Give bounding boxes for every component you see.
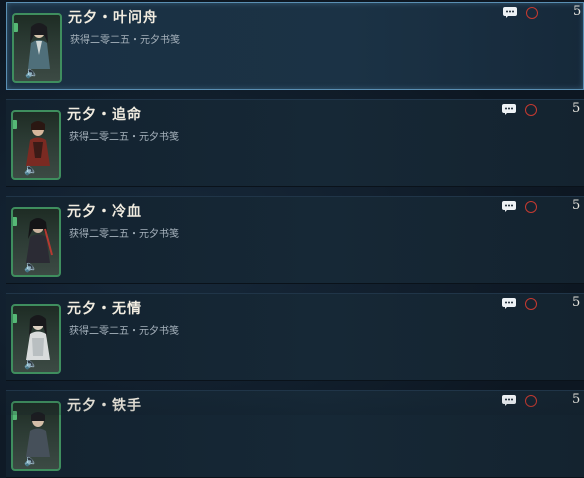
reward-list: 🔈 元夕・叶问舟 获得二零二五・元夕书笺 5 🔈 元夕・追命 获得二零二五・元夕 [0, 0, 584, 478]
status-ring-icon[interactable] [526, 7, 538, 19]
character-card[interactable]: 🔈 [11, 401, 61, 471]
rarity-gem [13, 217, 17, 226]
item-title: 元夕・冷血 [67, 204, 142, 220]
speaker-icon[interactable]: 🔈 [24, 455, 38, 467]
character-card[interactable]: 🔈 [11, 207, 61, 277]
item-subtitle: 获得二零二五・元夕书笺 [69, 132, 179, 143]
item-count: 5 [572, 198, 581, 213]
list-item[interactable]: 🔈 元夕・追命 获得二零二五・元夕书笺 5 [6, 99, 584, 187]
status-ring-icon[interactable] [525, 395, 537, 407]
item-subtitle: 获得二零二五・元夕书笺 [70, 35, 180, 46]
rarity-gem [14, 23, 18, 32]
character-card[interactable]: 🔈 [11, 110, 61, 180]
item-title: 元夕・追命 [67, 107, 142, 123]
item-title: 元夕・铁手 [67, 398, 142, 414]
rarity-gem [13, 411, 17, 420]
item-title: 元夕・无情 [67, 301, 142, 317]
item-title: 元夕・叶问舟 [68, 10, 158, 26]
item-count: 5 [573, 4, 582, 19]
character-portrait-icon [26, 412, 50, 457]
chat-bubble-icon[interactable] [502, 104, 516, 115]
list-item[interactable]: 🔈 元夕・铁手 5 [6, 390, 584, 478]
list-item[interactable]: 🔈 元夕・无情 获得二零二五・元夕书笺 5 [6, 293, 584, 381]
item-subtitle: 获得二零二五・元夕书笺 [69, 229, 179, 240]
item-count: 5 [572, 101, 581, 116]
status-ring-icon[interactable] [525, 104, 537, 116]
item-count: 5 [572, 392, 581, 407]
list-item[interactable]: 🔈 元夕・叶问舟 获得二零二五・元夕书笺 5 [6, 2, 584, 90]
character-card[interactable]: 🔈 [11, 304, 61, 374]
status-ring-icon[interactable] [525, 201, 537, 213]
character-portrait-icon [26, 218, 53, 263]
character-portrait-icon [26, 121, 50, 166]
chat-bubble-icon[interactable] [502, 201, 516, 212]
rarity-gem [13, 314, 17, 323]
speaker-icon[interactable]: 🔈 [24, 261, 38, 273]
speaker-icon[interactable]: 🔈 [24, 358, 38, 370]
character-card[interactable]: 🔈 [12, 13, 62, 83]
speaker-icon[interactable]: 🔈 [25, 67, 39, 79]
chat-bubble-icon[interactable] [503, 7, 517, 18]
rarity-gem [13, 120, 17, 129]
status-ring-icon[interactable] [525, 298, 537, 310]
item-count: 5 [572, 295, 581, 310]
item-subtitle: 获得二零二五・元夕书笺 [69, 326, 179, 337]
character-portrait-icon [28, 23, 50, 69]
character-portrait-icon [26, 315, 50, 360]
speaker-icon[interactable]: 🔈 [24, 164, 38, 176]
chat-bubble-icon[interactable] [502, 395, 516, 406]
chat-bubble-icon[interactable] [502, 298, 516, 309]
list-item[interactable]: 🔈 元夕・冷血 获得二零二五・元夕书笺 5 [6, 196, 584, 284]
